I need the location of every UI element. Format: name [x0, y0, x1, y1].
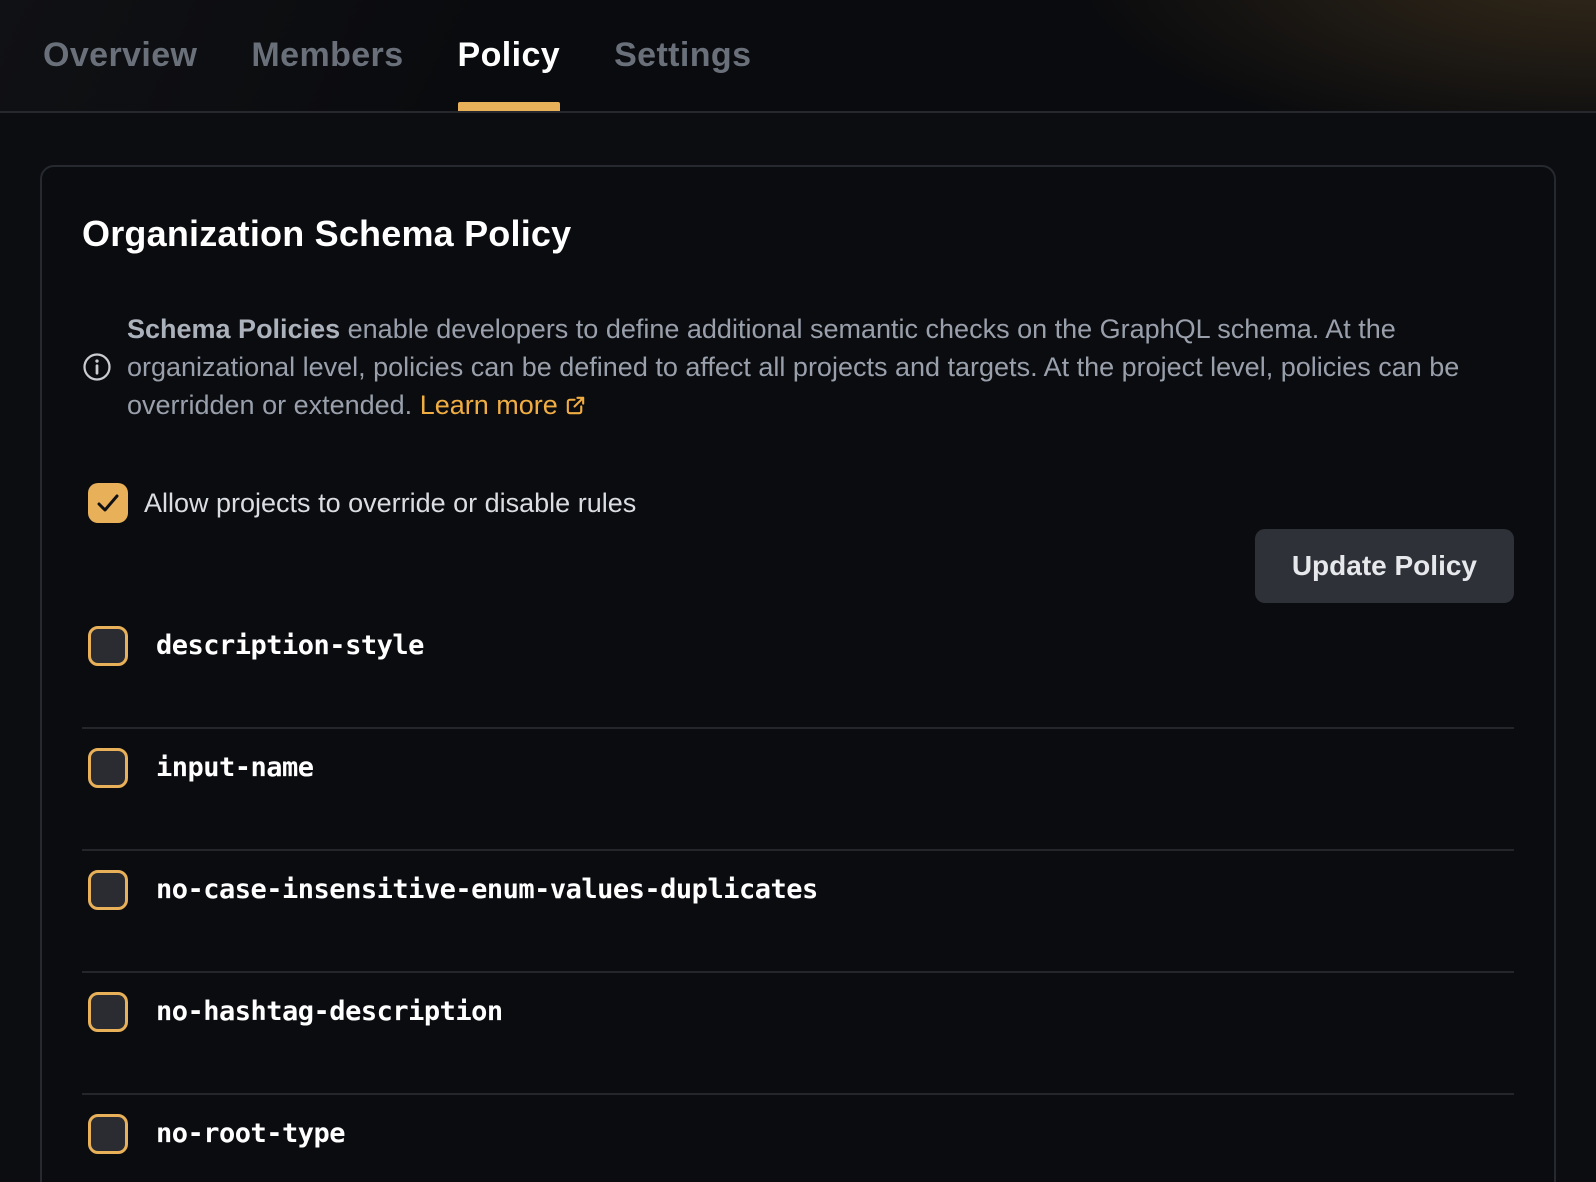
- policy-description: Schema Policies enable developers to def…: [127, 310, 1505, 424]
- checkmark-icon: [95, 490, 121, 516]
- info-icon: [82, 352, 112, 382]
- allow-override-row: Allow projects to override or disable ru…: [88, 483, 1514, 523]
- rule-checkbox[interactable]: [88, 870, 128, 910]
- button-row: Update Policy: [82, 529, 1514, 603]
- tab-overview[interactable]: Overview: [43, 0, 197, 111]
- rule-row: no-case-insensitive-enum-values-duplicat…: [82, 851, 1514, 973]
- tab-settings[interactable]: Settings: [614, 0, 751, 111]
- rule-row: description-style: [82, 625, 1514, 729]
- rule-row: no-hashtag-description: [82, 973, 1514, 1095]
- rule-row: no-root-type: [82, 1095, 1514, 1182]
- rule-name: description-style: [156, 625, 424, 667]
- policy-info-callout: Schema Policies enable developers to def…: [82, 283, 1514, 451]
- rule-row: input-name: [82, 729, 1514, 851]
- learn-more-link[interactable]: Learn more: [420, 390, 587, 420]
- rule-name: no-case-insensitive-enum-values-duplicat…: [156, 869, 818, 911]
- rule-name: input-name: [156, 747, 314, 789]
- rule-name: no-root-type: [156, 1113, 345, 1155]
- tab-policy[interactable]: Policy: [458, 0, 561, 111]
- rule-checkbox[interactable]: [88, 992, 128, 1032]
- external-link-icon: [564, 394, 587, 417]
- rule-name: no-hashtag-description: [156, 991, 503, 1033]
- allow-override-checkbox[interactable]: [88, 483, 128, 523]
- rule-checkbox[interactable]: [88, 748, 128, 788]
- tab-members[interactable]: Members: [251, 0, 403, 111]
- learn-more-label: Learn more: [420, 390, 558, 420]
- policy-card: Organization Schema Policy Schema Polici…: [40, 165, 1556, 1182]
- rules-list: description-style input-name no-case-ins…: [82, 625, 1514, 1182]
- page-title: Organization Schema Policy: [82, 213, 1514, 255]
- tab-bar: Overview Members Policy Settings: [0, 0, 1596, 113]
- update-policy-button[interactable]: Update Policy: [1255, 529, 1514, 603]
- rule-checkbox[interactable]: [88, 626, 128, 666]
- policy-description-lead: Schema Policies: [127, 314, 340, 344]
- rule-checkbox[interactable]: [88, 1114, 128, 1154]
- allow-override-label: Allow projects to override or disable ru…: [144, 488, 636, 519]
